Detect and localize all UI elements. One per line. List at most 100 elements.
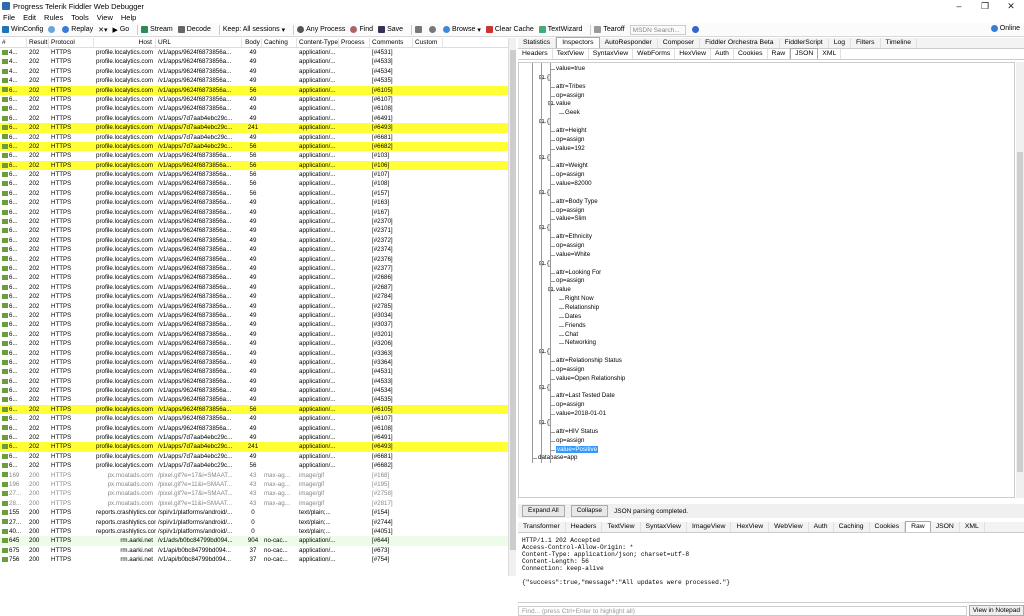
tree-node[interactable]: attr=Weight: [556, 162, 588, 169]
session-row[interactable]: 40... 200 HTTPS reports.crashlytics.com/spi…: [0, 527, 515, 536]
maximize-icon[interactable]: ❐: [972, 0, 998, 12]
go-button[interactable]: ▶ Go: [112, 26, 129, 34]
view-in-notepad-button[interactable]: View in Notepad: [968, 605, 1024, 616]
clear-cache-button[interactable]: Clear Cache: [485, 26, 534, 33]
column-header[interactable]: URL: [156, 38, 242, 47]
response-tab-cookies[interactable]: Cookies: [870, 522, 906, 532]
textwizard-button[interactable]: TextWizard: [538, 26, 582, 33]
session-row[interactable]: 6... 202 HTTPS profile.localytics.com/v1/ap…: [0, 141, 515, 152]
tree-node[interactable]: op=assign: [556, 207, 584, 214]
session-row[interactable]: 6... 202 HTTPS profile.localytics.com/v1/ap…: [0, 273, 515, 282]
session-row[interactable]: 155 200 HTTPS reports.crashlytics.com/spi/v…: [0, 508, 515, 517]
tree-node[interactable]: op=assign: [556, 92, 584, 99]
find-button[interactable]: Find: [350, 26, 373, 33]
scrollbar-thumb[interactable]: [510, 50, 516, 550]
session-row[interactable]: 675 200 HTTPS rm.aarki.net/v1/api/b0bc84799…: [0, 546, 515, 555]
session-row[interactable]: 6... 202 HTTPS profile.localytics.com/v1/ap…: [0, 264, 515, 273]
tree-node[interactable]: attr=Ethnicity: [556, 233, 592, 240]
menu-file[interactable]: File: [3, 13, 15, 22]
request-tab-textview[interactable]: TextView: [553, 49, 589, 59]
tree-node[interactable]: value=Open Relationship: [556, 375, 625, 382]
menu-help[interactable]: Help: [121, 13, 136, 22]
tree-node[interactable]: value=White: [556, 251, 590, 258]
session-row[interactable]: 196 200 HTTPS px.moatads.com/pixel.gif?e=11…: [0, 480, 515, 489]
keep-sessions-dropdown[interactable]: Keep: All sessions ▾: [223, 26, 285, 34]
tree-node[interactable]: attr=Tribes: [556, 83, 586, 90]
expand-all-button[interactable]: Expand All: [522, 505, 565, 517]
response-tab-imageview[interactable]: ImageView: [687, 522, 732, 532]
session-row[interactable]: 4... 202 HTTPS profile.localytics.com/v1/ap…: [0, 67, 515, 76]
session-row[interactable]: 6... 202 HTTPS profile.localytics.com/v1/ap…: [0, 395, 515, 404]
tree-node[interactable]: Networking: [565, 339, 596, 346]
session-row[interactable]: 6... 202 HTTPS profile.localytics.com/v1/ap…: [0, 339, 515, 348]
session-row[interactable]: 6... 202 HTTPS profile.localytics.com/v1/ap…: [0, 114, 515, 123]
request-tab-cookies[interactable]: Cookies: [734, 49, 768, 59]
tree-node[interactable]: value: [556, 286, 571, 293]
session-list-scrollbar[interactable]: [508, 38, 516, 576]
session-row[interactable]: 6... 202 HTTPS profile.localytics.com/v1/ap…: [0, 189, 515, 198]
session-row[interactable]: 4... 202 HTTPS profile.localytics.com/v1/ap…: [0, 57, 515, 66]
column-header[interactable]: Content-Type: [297, 38, 339, 47]
session-row[interactable]: 6... 202 HTTPS profile.localytics.com/v1/ap…: [0, 245, 515, 254]
request-tab-raw[interactable]: Raw: [768, 49, 791, 59]
save-button[interactable]: Save: [378, 26, 403, 33]
session-row[interactable]: 6... 202 HTTPS profile.localytics.com/v1/ap…: [0, 424, 515, 433]
tree-node[interactable]: value=192: [556, 145, 585, 152]
scrollbar-thumb[interactable]: [1017, 152, 1023, 472]
response-tab-raw[interactable]: Raw: [905, 521, 931, 532]
request-tab-auth[interactable]: Auth: [711, 49, 734, 59]
column-header[interactable]: Process: [339, 38, 370, 47]
tab-log[interactable]: Log: [829, 38, 852, 48]
tree-node[interactable]: op=assign: [556, 277, 584, 284]
session-row[interactable]: 6... 202 HTTPS profile.localytics.com/v1/ap…: [0, 198, 515, 207]
tree-node[interactable]: database=app: [538, 454, 577, 461]
session-row[interactable]: 6... 202 HTTPS profile.localytics.com/v1/ap…: [0, 461, 515, 470]
menu-edit[interactable]: Edit: [23, 13, 36, 22]
tree-node[interactable]: value: [556, 100, 571, 107]
request-tab-json[interactable]: JSON: [790, 48, 819, 59]
tree-node[interactable]: Friends: [565, 322, 586, 329]
online-status[interactable]: Online: [990, 25, 1020, 32]
session-row[interactable]: 6... 202 HTTPS profile.localytics.com/v1/ap…: [0, 311, 515, 320]
tree-node[interactable]: attr=Looking For: [556, 269, 601, 276]
session-row[interactable]: 27... 200 HTTPS reports.crashlytics.com/spi…: [0, 518, 515, 527]
tree-node[interactable]: attr=Relationship Status: [556, 357, 622, 364]
session-row[interactable]: 28... 200 HTTPS px.moatads.com/pixel.gif?e=…: [0, 499, 515, 508]
replay-button[interactable]: Replay: [62, 26, 93, 33]
session-row[interactable]: 6... 202 HTTPS profile.localytics.com/v1/ap…: [0, 104, 515, 113]
session-row[interactable]: 6... 202 HTTPS profile.localytics.com/v1/ap…: [0, 414, 515, 423]
tree-node[interactable]: op=assign: [556, 136, 584, 143]
timer-button[interactable]: [429, 26, 438, 33]
tab-autoresponder[interactable]: AutoResponder: [600, 38, 658, 48]
session-row[interactable]: 6... 202 HTTPS profile.localytics.com/v1/ap…: [0, 349, 515, 358]
session-row[interactable]: 6... 202 HTTPS profile.localytics.com/v1/ap…: [0, 85, 515, 95]
column-header[interactable]: Custom: [413, 38, 443, 47]
menu-view[interactable]: View: [97, 13, 113, 22]
tree-node[interactable]: Chat: [565, 331, 578, 338]
session-row[interactable]: 169 200 HTTPS px.moatads.com/pixel.gif?e=17…: [0, 471, 515, 480]
tree-node[interactable]: Geek: [565, 109, 580, 116]
session-row[interactable]: 6... 202 HTTPS profile.localytics.com/v1/ap…: [0, 160, 515, 171]
response-tab-auth[interactable]: Auth: [809, 522, 834, 532]
session-row[interactable]: 6... 202 HTTPS profile.localytics.com/v1/ap…: [0, 377, 515, 386]
response-tab-json[interactable]: JSON: [931, 522, 960, 532]
session-row[interactable]: 6... 202 HTTPS profile.localytics.com/v1/ap…: [0, 255, 515, 264]
response-tab-webview[interactable]: WebView: [769, 522, 809, 532]
session-row[interactable]: 6... 202 HTTPS profile.localytics.com/v1/ap…: [0, 452, 515, 461]
tab-timeline[interactable]: Timeline: [881, 38, 917, 48]
session-row[interactable]: 27... 200 HTTPS px.moatads.com/pixel.gif?e=…: [0, 489, 515, 498]
session-row[interactable]: 6... 202 HTTPS profile.localytics.com/v1/ap…: [0, 320, 515, 329]
screenshot-button[interactable]: [415, 26, 424, 33]
remove-button[interactable]: ✕▾: [98, 26, 107, 34]
tree-node[interactable]: attr=Body Type: [556, 198, 598, 205]
tree-node[interactable]: attr=Last Tested Date: [556, 392, 615, 399]
column-header[interactable]: Comments: [370, 38, 413, 47]
tree-node[interactable]: value=2018-01-01: [556, 410, 606, 417]
tree-node[interactable]: op=assign: [556, 366, 584, 373]
session-row[interactable]: 756 200 HTTPS rm.aarki.net/v1/api/b0bc84799…: [0, 555, 515, 564]
tree-node[interactable]: value=Positive: [556, 445, 599, 453]
tree-node[interactable]: Dates: [565, 313, 581, 320]
request-tab-webforms[interactable]: WebForms: [633, 49, 676, 59]
session-row[interactable]: 6... 202 HTTPS profile.localytics.com/v1/ap…: [0, 404, 515, 415]
session-row[interactable]: 6... 202 HTTPS profile.localytics.com/v1/ap…: [0, 170, 515, 179]
